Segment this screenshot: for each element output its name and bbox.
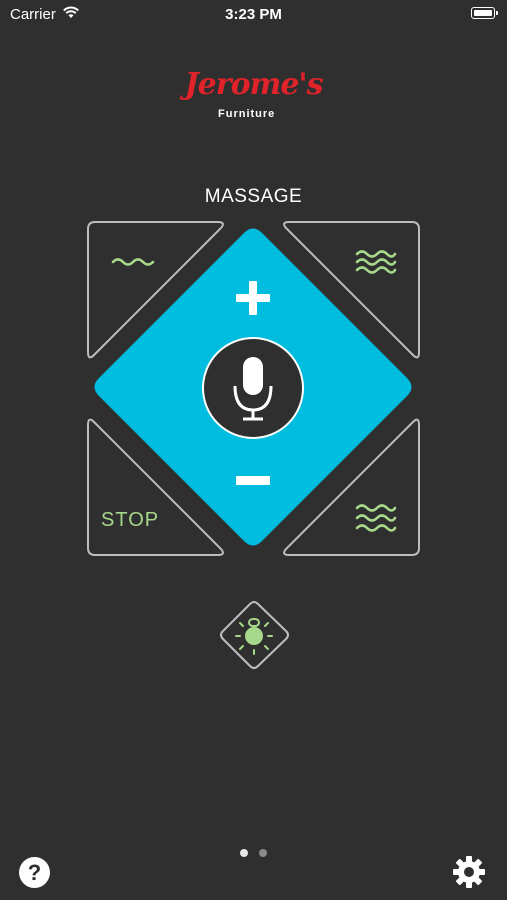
settings-button[interactable]	[452, 855, 486, 889]
page-dot-active[interactable]	[240, 849, 248, 857]
microphone-button[interactable]	[202, 337, 304, 439]
wave-low-icon	[111, 258, 155, 266]
minus-button[interactable]	[232, 466, 274, 494]
light-button[interactable]	[220, 601, 289, 669]
minus-icon	[236, 476, 270, 485]
plus-button[interactable]	[232, 278, 274, 318]
help-icon: ?	[27, 860, 42, 885]
light-icon	[235, 618, 273, 655]
stop-label: STOP	[101, 509, 160, 531]
massage-control-pad: STOP	[0, 0, 507, 900]
wave-high-icon	[355, 250, 397, 274]
page-dot[interactable]	[259, 849, 267, 857]
wave-pulse-icon	[355, 504, 397, 532]
help-button[interactable]: ?	[19, 857, 50, 888]
